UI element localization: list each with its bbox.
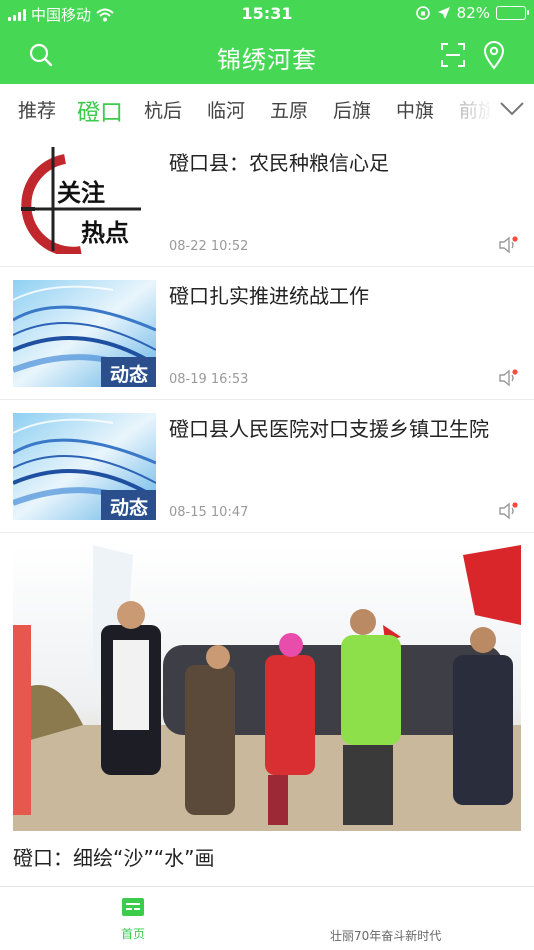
chevron-down-icon [500, 102, 524, 116]
tabs-more-button[interactable] [490, 84, 534, 132]
orientation-lock-icon [415, 6, 430, 20]
scan-icon[interactable] [440, 42, 466, 68]
thumb-label-bottom: 热点 [81, 219, 129, 247]
tab-hanghou[interactable]: 杭后 [144, 96, 182, 123]
speaker-icon[interactable] [498, 502, 518, 520]
article-time: 08-15 10:47 [169, 505, 249, 520]
tab-home[interactable]: 首页 [103, 897, 163, 942]
speaker-icon[interactable] [498, 236, 518, 254]
feature-photo [13, 545, 521, 831]
tab-linhe[interactable]: 临河 [207, 96, 245, 123]
location-arrow-icon [437, 7, 450, 19]
article-time: 08-22 10:52 [169, 239, 249, 254]
article-thumbnail: 动态 [13, 413, 156, 520]
article-title[interactable]: 磴口县：农民种粮信心足 [169, 146, 499, 180]
nav-bar: 锦绣河套 [0, 30, 534, 80]
battery-icon [496, 6, 529, 20]
article-time: 08-19 16:53 [169, 372, 249, 387]
thumb-label: 动态 [110, 364, 149, 386]
article-thumbnail: 关注 热点 [13, 147, 156, 254]
tab-home-label: 首页 [120, 927, 145, 941]
location-icon[interactable] [482, 40, 506, 70]
feature-image[interactable] [13, 545, 521, 831]
article-item[interactable]: 动态 磴口扎实推进统战工作 08-19 16:53 [0, 267, 534, 400]
app-header: 中国移动 15:31 82% 锦绣河套 [0, 0, 534, 84]
thumb-label: 动态 [110, 497, 149, 519]
tab-recommend[interactable]: 推荐 [18, 96, 56, 123]
article-thumbnail: 动态 [13, 280, 156, 387]
tab-wuyuan[interactable]: 五原 [270, 96, 308, 123]
status-right: 82% [415, 4, 529, 22]
tabs-fade [454, 84, 494, 132]
feature-title[interactable]: 磴口：细绘“沙”“水”画 [13, 842, 214, 871]
tab-zhongqi[interactable]: 中旗 [396, 96, 434, 123]
tab-houqi[interactable]: 后旗 [333, 96, 371, 123]
home-icon [122, 898, 144, 916]
thumb-label-top: 关注 [57, 179, 105, 207]
article-title[interactable]: 磴口扎实推进统战工作 [169, 279, 499, 313]
article-title[interactable]: 磴口县人民医院对口支援乡镇卫生院 [169, 412, 499, 446]
article-item[interactable]: 关注 热点 磴口县：农民种粮信心足 08-22 10:52 [0, 134, 534, 267]
speaker-icon[interactable] [498, 369, 518, 387]
article-item[interactable]: 动态 磴口县人民医院对口支援乡镇卫生院 08-15 10:47 [0, 400, 534, 533]
bottom-tab-bar: 首页 壮丽70年奋斗新时代 [0, 886, 534, 950]
battery-percent: 82% [456, 4, 490, 22]
category-tabs: 推荐 磴口 杭后 临河 五原 后旗 中旗 前旗 [0, 84, 534, 132]
tab-slogan[interactable]: 壮丽70年奋斗新时代 [330, 927, 441, 944]
status-bar: 中国移动 15:31 82% [0, 0, 534, 28]
tab-dengkou[interactable]: 磴口 [77, 93, 123, 127]
